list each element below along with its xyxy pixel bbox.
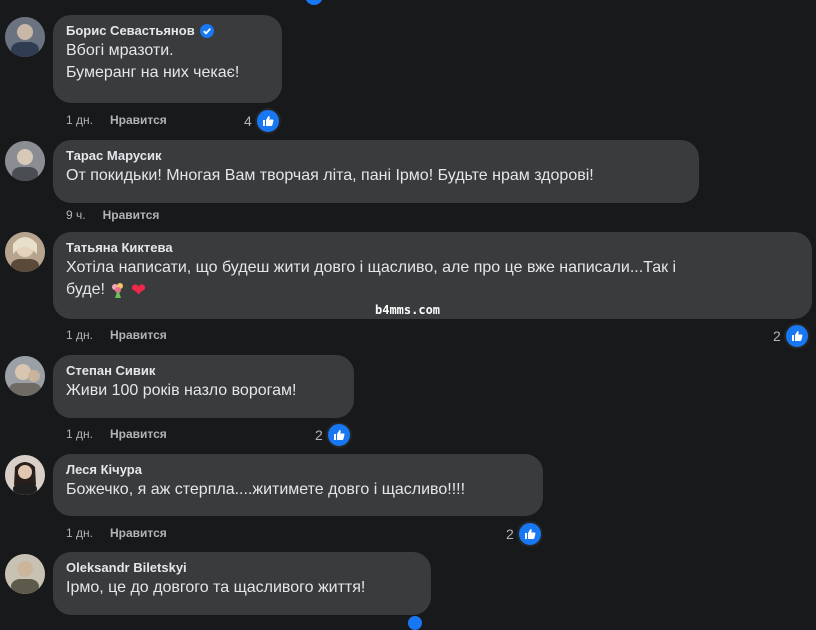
comment-bubble: Борис Севастьянов Вбогі мразоти. Бумеран… (53, 15, 282, 103)
like-reaction-icon (516, 521, 543, 547)
comment-text: Живи 100 років назло ворогам! (66, 382, 297, 399)
comment-timestamp[interactable]: 1 дн. (66, 327, 93, 343)
reaction-summary[interactable]: 4 (244, 108, 281, 134)
like-button[interactable]: Нравится (110, 426, 167, 442)
avatar[interactable] (5, 141, 45, 181)
comment-author[interactable]: Тарас Марусик (66, 148, 161, 164)
like-reaction-icon (783, 323, 810, 349)
like-button[interactable]: Нравится (110, 327, 167, 343)
comment-text: Бумеранг на них чекає! (66, 64, 240, 81)
comment-actions: 1 дн. Нравится (66, 525, 167, 541)
comment-author[interactable]: Oleksandr Biletskyi (66, 560, 187, 576)
reaction-count: 2 (506, 526, 514, 542)
reaction-summary[interactable]: 2 (506, 521, 543, 547)
avatar[interactable] (5, 356, 45, 396)
avatar[interactable] (5, 17, 45, 57)
red-heart-icon: ❤ (130, 280, 147, 300)
reaction-count: 2 (773, 328, 781, 344)
comment-text: От покидьки! Многая Вам творчая літа, па… (66, 167, 594, 184)
like-button[interactable]: Нравится (110, 525, 167, 541)
comment-text: буде! (66, 281, 105, 298)
comment-text: Божечко, я аж стерпла....житимете довго … (66, 481, 466, 498)
comment-bubble: Леся Кічура Божечко, я аж стерпла....жит… (53, 454, 543, 516)
like-reaction-icon (408, 616, 422, 630)
avatar[interactable] (5, 232, 45, 272)
avatar[interactable] (5, 455, 45, 495)
comment-timestamp[interactable]: 1 дн. (66, 112, 93, 128)
like-button[interactable]: Нравится (110, 112, 167, 128)
comment-actions: 1 дн. Нравится (66, 112, 167, 128)
like-reaction-icon (325, 422, 352, 448)
comment-bubble: Тарас Марусик От покидьки! Многая Вам тв… (53, 140, 699, 203)
comment-text: Хотіла написати, що будеш жити довго і щ… (66, 259, 677, 276)
reaction-summary[interactable]: 2 (315, 422, 352, 448)
comment-author[interactable]: Степан Сивик (66, 363, 155, 379)
verified-badge-icon (199, 24, 214, 38)
comment-actions: 1 дн. Нравится (66, 426, 167, 442)
reaction-count: 4 (244, 113, 252, 129)
comment-timestamp[interactable]: 9 ч. (66, 207, 86, 223)
reaction-summary[interactable]: 2 (773, 323, 810, 349)
comment-timestamp[interactable]: 1 дн. (66, 525, 93, 541)
comment-text: Ірмо, це до довгого та щасливого життя! (66, 579, 366, 596)
watermark: b4mms.com (375, 303, 441, 317)
comment-timestamp[interactable]: 1 дн. (66, 426, 93, 442)
comment-actions: 9 ч. Нравится (66, 207, 159, 223)
avatar[interactable] (5, 554, 45, 594)
comment-author[interactable]: Борис Севастьянов (66, 23, 195, 39)
comment-actions: 1 дн. Нравится (66, 327, 167, 343)
comment-bubble: Степан Сивик Живи 100 років назло ворога… (53, 355, 354, 418)
like-button[interactable]: Нравится (103, 207, 160, 223)
comment-text: Вбогі мразоти. (66, 42, 174, 59)
comment-author[interactable]: Леся Кічура (66, 462, 142, 478)
comment-author[interactable]: Татьяна Киктева (66, 240, 173, 256)
like-reaction-icon (254, 108, 281, 134)
reaction-count: 2 (315, 427, 323, 443)
flower-bouquet-icon (109, 281, 127, 299)
comment-bubble: Oleksandr Biletskyi Ірмо, це до довгого … (53, 552, 431, 615)
like-reaction-icon (305, 0, 323, 5)
